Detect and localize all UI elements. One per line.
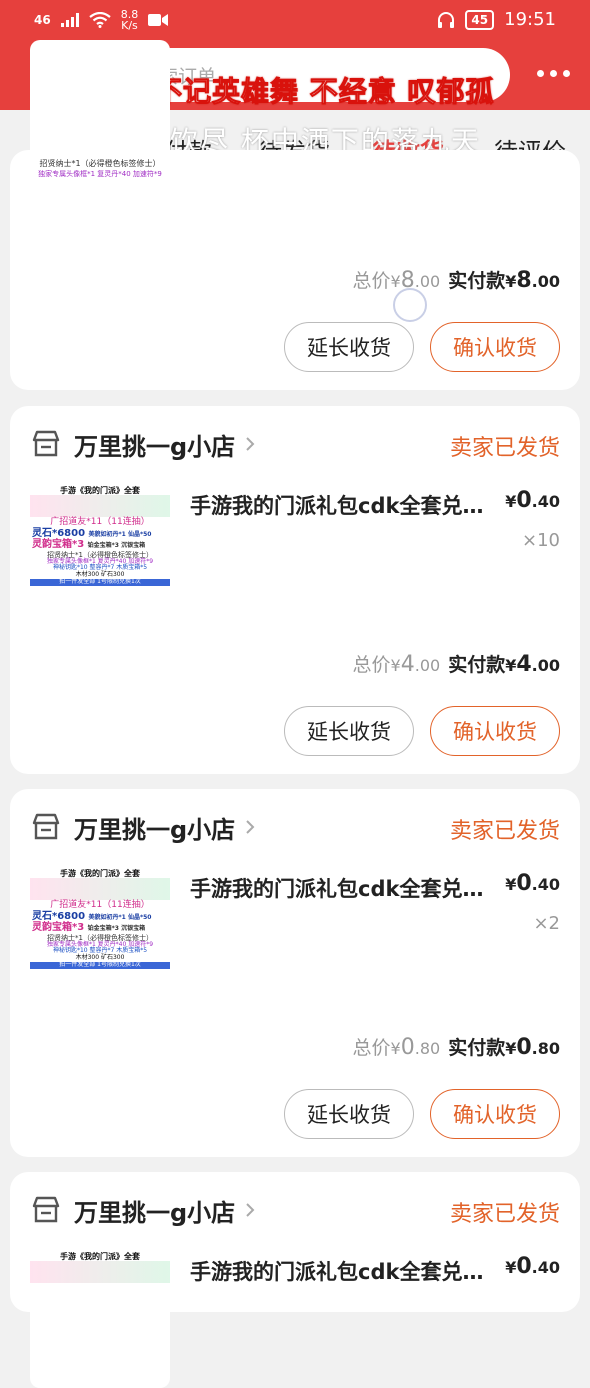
quantity: ×10 (522, 530, 560, 551)
paid-amount: ¥0.80 (505, 1035, 560, 1060)
wifi-icon (89, 12, 111, 28)
shop-link[interactable]: 万里挑一g小店 (30, 426, 257, 462)
order-status: 卖家已发货 (449, 819, 560, 844)
clock: 19:51 (504, 9, 556, 30)
unit-price: ¥0.40 (505, 871, 560, 896)
headphones-icon (438, 11, 455, 28)
extend-receipt-button[interactable]: 延长收货 (284, 1089, 414, 1139)
shop-icon (32, 1196, 60, 1223)
net-speed: 8.8 K/s (120, 8, 139, 32)
paid-amount: ¥8.00 (505, 268, 560, 293)
chevron-right-icon (246, 437, 255, 451)
product-title[interactable]: 手游我的门派礼包cdk全套兑换码 (190, 490, 500, 520)
product-thumbnail[interactable]: 招贤纳士*1（必得橙色标签修士） 独家专属头像框*1 复灵丹*40 加速符*9 … (30, 40, 170, 178)
order-card: 万里挑一g小店 卖家已发货 手游《我的门派》全套 广招道友*11（11连抽） 灵… (10, 406, 580, 774)
product-title[interactable]: 手游我的门派礼包cdk全套兑换码 (190, 1256, 500, 1286)
video-icon (148, 14, 169, 26)
unit-price: ¥0.40 (505, 488, 560, 513)
signal-icon (60, 13, 79, 27)
status-bar: 46 8.8 K/s 45 19:51 (0, 0, 590, 40)
shop-icon (32, 430, 60, 457)
product-title[interactable]: 手游我的门派礼包cdk全套兑换码 (190, 873, 500, 903)
order-status: 卖家已发货 (449, 436, 560, 461)
order-totals: 总价 ¥8.00 实付款 ¥8.00 (352, 268, 560, 293)
shop-link[interactable]: 万里挑一g小店 (30, 809, 257, 845)
confirm-receipt-button[interactable]: 确认收货 (430, 1089, 560, 1139)
signal-label: 46 (34, 13, 51, 27)
loading-spinner-icon (393, 288, 427, 322)
quantity: ×2 (533, 913, 560, 934)
extend-receipt-button[interactable]: 延长收货 (284, 322, 414, 372)
extend-receipt-button[interactable]: 延长收货 (284, 706, 414, 756)
order-totals: 总价 ¥0.80 实付款 ¥0.80 (352, 1035, 560, 1060)
battery-indicator: 45 (465, 9, 495, 30)
confirm-receipt-button[interactable]: 确认收货 (430, 706, 560, 756)
chevron-right-icon (246, 1203, 255, 1217)
total-price: ¥4.00 (390, 652, 441, 677)
confirm-receipt-button[interactable]: 确认收货 (430, 322, 560, 372)
product-thumbnail[interactable]: 手游《我的门派》全套 广招道友*11（11连抽） 灵石*6800 美貌如初丹*1… (30, 867, 170, 1005)
order-totals: 总价 ¥4.00 实付款 ¥4.00 (352, 652, 560, 677)
product-thumbnail[interactable]: 手游《我的门派》全套 广招道友*11（11连抽） 灵石*6800 美貌如初丹*1… (30, 484, 170, 622)
order-card: 招贤纳士*1（必得橙色标签修士） 独家专属头像框*1 复灵丹*40 加速符*9 … (10, 40, 580, 390)
order-card: 万里挑一g小店 卖家已发货 手游《我的门派》全套 广招道友*11（11连抽） 灵… (10, 789, 580, 1157)
shop-link[interactable]: 万里挑一g小店 (30, 1192, 257, 1228)
chevron-right-icon (246, 820, 255, 834)
more-options-icon[interactable] (537, 70, 570, 77)
product-thumbnail[interactable]: 手游《我的门派》全套 (30, 1250, 170, 1388)
order-status: 卖家已发货 (449, 1202, 560, 1227)
total-price: ¥0.80 (390, 1035, 441, 1060)
shop-icon (32, 813, 60, 840)
paid-amount: ¥4.00 (505, 652, 560, 677)
order-card: 万里挑一g小店 卖家已发货 手游《我的门派》全套 手游我的门派礼包cdk全套兑换… (10, 1172, 580, 1388)
unit-price: ¥0.40 (505, 1254, 560, 1279)
